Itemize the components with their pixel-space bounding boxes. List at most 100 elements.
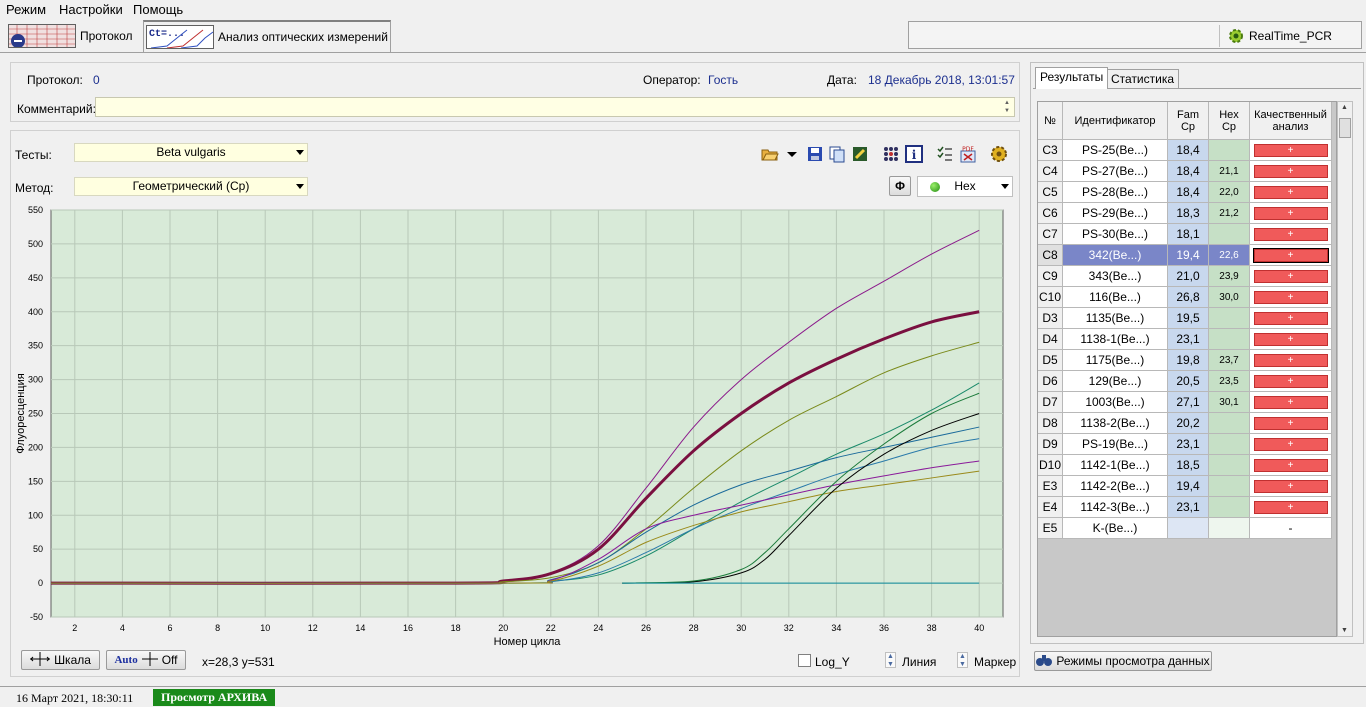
log-y-checkbox[interactable] [798,654,811,667]
comment-field[interactable]: ▲ ▼ [95,97,1015,117]
table-row[interactable]: C6 PS-29(Be...) 18,3 21,2 + [1038,203,1332,224]
cell-hex: 30,0 [1209,287,1250,308]
crosshair-icon [30,651,51,669]
cell-hex: 21,1 [1209,161,1250,182]
realtime-pcr-button[interactable]: RealTime_PCR [1219,25,1340,47]
table-row[interactable]: D6 129(Be...) 20,5 23,5 + [1038,371,1332,392]
cell-no: E3 [1038,476,1063,497]
main-toolbar: Протокол Ct=... Анализ оптических измере… [0,19,1366,53]
scrollbar-thumb[interactable] [1339,118,1351,138]
cell-id: 1175(Be...) [1063,350,1168,371]
amplification-chart[interactable]: 2 4 6 8 10 12 14 16 18 20 22 24 26 28 30 32 34 36 38 40-500… [11,131,1019,651]
qual-positive-badge: + [1253,416,1328,430]
table-row[interactable]: D4 1138-1(Be...) 23,1 + [1038,329,1332,350]
tab-results-label: Результаты [1040,70,1104,84]
tab-statistics[interactable]: Статистика [1106,69,1180,89]
cell-fam: 19,8 [1168,350,1209,371]
tab-statistics-label: Статистика [1111,72,1175,86]
cell-no: C8 [1038,245,1063,266]
cell-hex [1209,497,1250,518]
cell-fam: 20,5 [1168,371,1209,392]
table-row[interactable]: D7 1003(Be...) 27,1 30,1 + [1038,392,1332,413]
x-tick-label: 26 [641,623,651,633]
table-row[interactable]: C5 PS-28(Be...) 18,4 22,0 + [1038,182,1332,203]
cell-fam: 19,4 [1168,245,1209,266]
x-tick-label: 24 [593,623,603,633]
status-archive-badge: Просмотр АРХИВА [153,689,276,706]
qual-positive-badge: + [1253,269,1328,283]
x-tick-label: 6 [167,623,172,633]
x-tick-label: 22 [546,623,556,633]
qual-positive-badge: + [1253,479,1328,493]
table-row[interactable]: D8 1138-2(Be...) 20,2 + [1038,413,1332,434]
table-row[interactable]: D9 PS-19(Be...) 23,1 + [1038,434,1332,455]
operator-value: Гость [708,73,739,87]
cell-qual: + [1250,392,1332,413]
header-qual: Качественный анализ [1250,102,1332,140]
menu-settings[interactable]: Настройки [59,2,123,17]
table-row[interactable]: E3 1142-2(Be...) 19,4 + [1038,476,1332,497]
binoculars-icon [1036,653,1053,670]
line-spin-icon[interactable]: ▲ ▼ [885,652,896,668]
comment-spin-icon[interactable]: ▲ ▼ [1004,99,1012,115]
cell-fam: 23,1 [1168,497,1209,518]
cell-hex: 23,9 [1209,266,1250,287]
results-scrollbar[interactable]: ▲ ▼ [1337,101,1353,637]
header-hex-line1: Hex [1219,108,1239,121]
tab-results[interactable]: Результаты [1035,67,1109,89]
cell-id: 1142-3(Be...) [1063,497,1168,518]
operator-label: Оператор: [643,73,701,87]
table-row[interactable]: D3 1135(Be...) 19,5 + [1038,308,1332,329]
table-row[interactable]: C10 116(Be...) 26,8 30,0 + [1038,287,1332,308]
table-row[interactable]: C9 343(Be...) 21,0 23,9 + [1038,266,1332,287]
x-tick-label: 14 [355,623,365,633]
x-tick-label: 8 [215,623,220,633]
cell-qual: + [1250,413,1332,434]
cell-fam: 23,1 [1168,329,1209,350]
y-tick-label: 150 [28,476,43,486]
qual-positive-badge: + [1253,374,1328,388]
y-tick-label: -50 [30,612,43,622]
cell-hex [1209,455,1250,476]
cell-hex: 23,7 [1209,350,1250,371]
cell-id: PS-28(Be...) [1063,182,1168,203]
qual-positive-badge: + [1252,247,1329,263]
protocol-icon [8,24,76,48]
table-row[interactable]: D5 1175(Be...) 19,8 23,7 + [1038,350,1332,371]
realtime-box: RealTime_PCR [908,21,1362,49]
cell-no: C5 [1038,182,1063,203]
table-row[interactable]: D10 1142-1(Be...) 18,5 + [1038,455,1332,476]
tab-protocol[interactable]: Протокол [0,20,140,52]
x-tick-label: 18 [451,623,461,633]
scroll-up-icon[interactable]: ▲ [1341,104,1348,111]
cell-id: 1135(Be...) [1063,308,1168,329]
cell-id: PS-29(Be...) [1063,203,1168,224]
tab-analysis[interactable]: Ct=... Анализ оптических измерений [143,20,391,52]
scroll-down-icon[interactable]: ▼ [1341,627,1348,634]
cell-no: C3 [1038,140,1063,161]
qual-positive-badge: + [1253,290,1328,304]
y-tick-label: 400 [28,307,43,317]
menu-help[interactable]: Помощь [133,2,183,17]
view-modes-button[interactable]: Режимы просмотра данных [1034,651,1212,671]
table-row[interactable]: C7 PS-30(Be...) 18,1 + [1038,224,1332,245]
cell-qual: + [1250,497,1332,518]
auto-scale-button[interactable]: Auto Off [106,650,186,670]
y-tick-label: 500 [28,239,43,249]
qual-positive-badge: + [1253,500,1328,514]
svg-text:Ct=...: Ct=... [149,29,185,40]
scale-button[interactable]: Шкала [21,650,100,670]
cell-fam: 23,1 [1168,434,1209,455]
table-row[interactable]: C3 PS-25(Be...) 18,4 + [1038,140,1332,161]
table-row[interactable]: C8 342(Be...) 19,4 22,6 + [1038,245,1332,266]
results-table: № Идентификатор Fam Cp Hex Cp Качественн… [1037,101,1337,637]
table-row[interactable]: C4 PS-27(Be...) 18,4 21,1 + [1038,161,1332,182]
scale-button-label: Шкала [54,653,91,667]
x-tick-label: 36 [879,623,889,633]
table-row[interactable]: E5 K-(Be...) - [1038,518,1332,539]
marker-spin-icon[interactable]: ▲ ▼ [957,652,968,668]
cell-fam: 27,1 [1168,392,1209,413]
cell-no: E5 [1038,518,1063,539]
menu-mode[interactable]: Режим [6,2,46,17]
table-row[interactable]: E4 1142-3(Be...) 23,1 + [1038,497,1332,518]
